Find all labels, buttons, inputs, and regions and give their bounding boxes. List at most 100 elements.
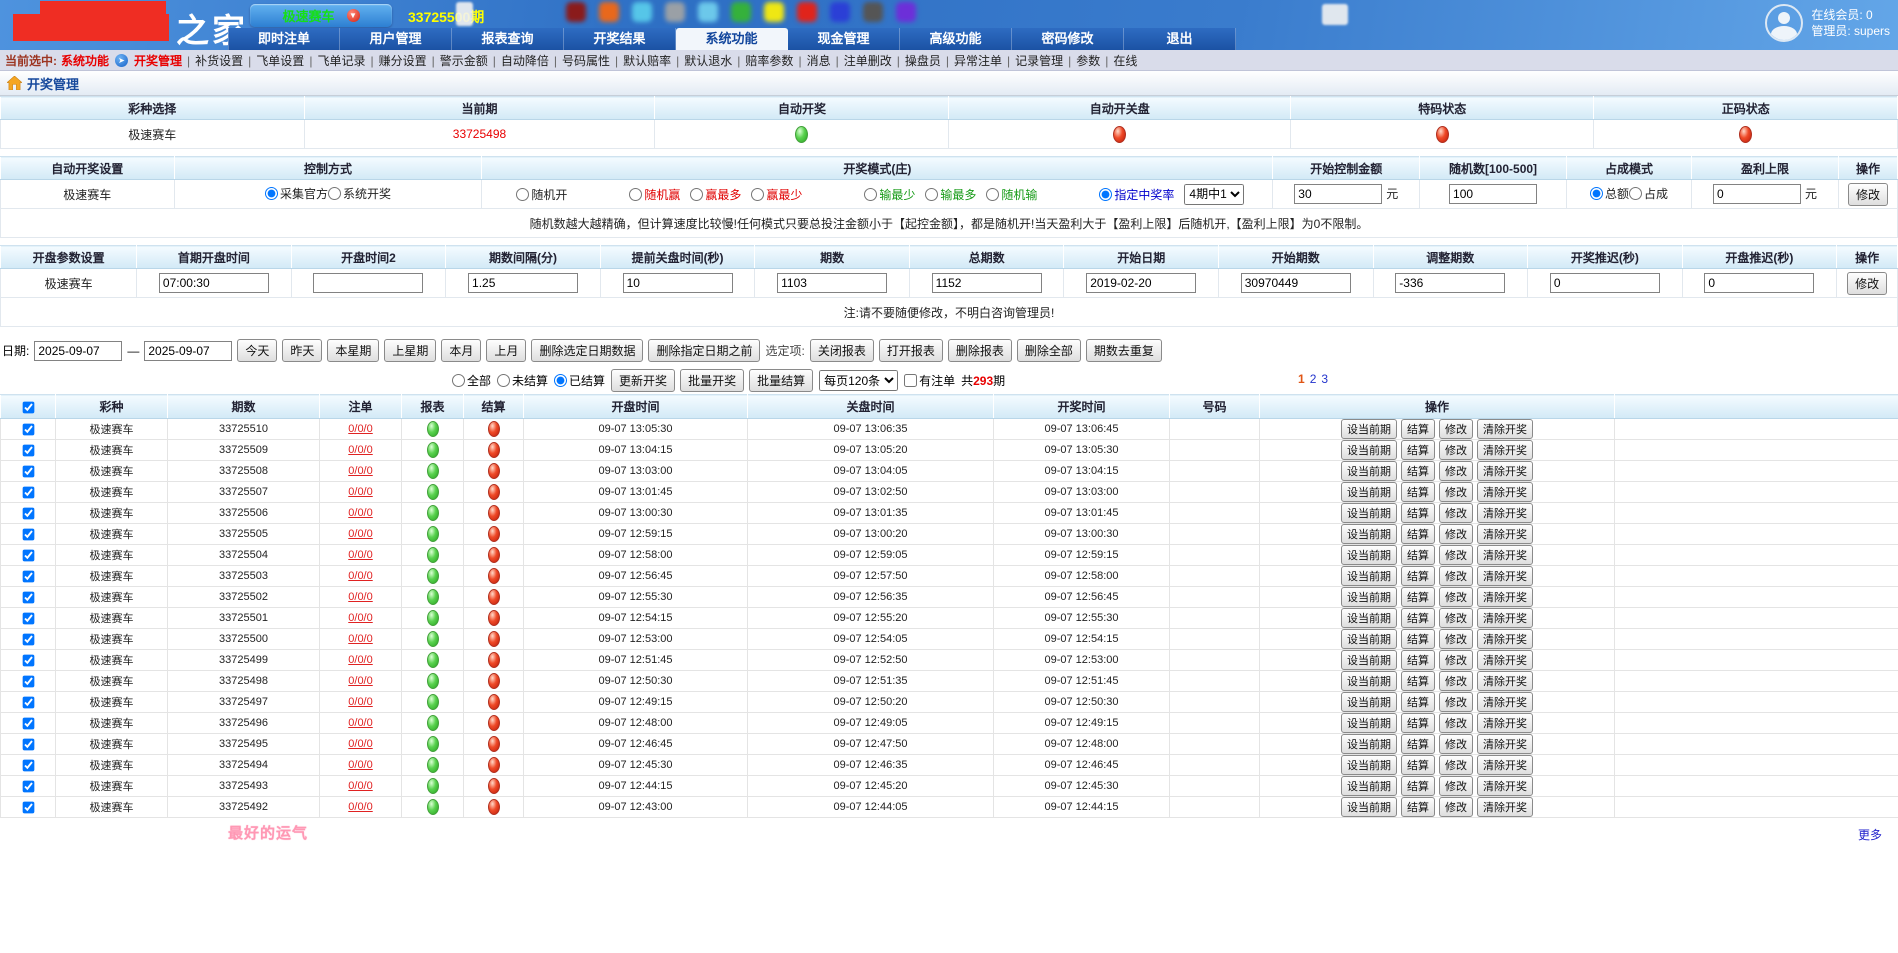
params-input-11[interactable] — [1704, 273, 1814, 293]
draw-mode-radio[interactable] — [986, 188, 999, 201]
draw-mode-radio[interactable] — [864, 188, 877, 201]
auto-draw-status-light[interactable] — [795, 126, 808, 143]
settle-state-option[interactable]: 全部 — [452, 372, 491, 389]
report-status-light[interactable] — [427, 589, 439, 605]
report-button-2[interactable]: 打开报表 — [879, 339, 943, 362]
settle-button[interactable]: 结算 — [1401, 671, 1435, 691]
clear-draw-button[interactable]: 清除开奖 — [1477, 545, 1533, 565]
set-current-period-button[interactable]: 设当前期 — [1341, 776, 1397, 796]
win-rate-select[interactable]: 4期中1 — [1184, 184, 1244, 205]
report-status-light[interactable] — [427, 421, 439, 437]
report-status-light[interactable] — [427, 778, 439, 794]
nav-tab-9[interactable]: 退出 — [1124, 28, 1236, 50]
modify-button[interactable]: 修改 — [1439, 650, 1473, 670]
settle-status-light[interactable] — [488, 757, 500, 773]
clear-draw-button[interactable]: 清除开奖 — [1477, 797, 1533, 817]
nav-tab-6[interactable]: 现金管理 — [788, 28, 900, 50]
settle-button[interactable]: 结算 — [1401, 797, 1435, 817]
quick-date-button-1[interactable]: 今天 — [237, 339, 277, 362]
modify-button[interactable]: 修改 — [1439, 608, 1473, 628]
draw-mode-radio[interactable] — [1099, 188, 1112, 201]
modify-button[interactable]: 修改 — [1439, 797, 1473, 817]
settle-button[interactable]: 结算 — [1401, 587, 1435, 607]
settle-status-light[interactable] — [488, 631, 500, 647]
set-current-period-button[interactable]: 设当前期 — [1341, 608, 1397, 628]
report-status-light[interactable] — [427, 463, 439, 479]
params-input-2[interactable] — [313, 273, 423, 293]
bets-link[interactable]: 0/0/0 — [348, 507, 372, 519]
settle-status-light[interactable] — [488, 568, 500, 584]
start-control-amount-input[interactable] — [1294, 184, 1382, 204]
bets-link[interactable]: 0/0/0 — [348, 633, 372, 645]
report-button-1[interactable]: 关闭报表 — [810, 339, 874, 362]
settle-button[interactable]: 结算 — [1401, 440, 1435, 460]
submenu-item-9[interactable]: 默认赔率 — [623, 54, 671, 68]
row-checkbox[interactable] — [22, 717, 34, 729]
settle-button[interactable]: 结算 — [1401, 503, 1435, 523]
modify-button[interactable]: 修改 — [1439, 566, 1473, 586]
settle-button[interactable]: 结算 — [1401, 755, 1435, 775]
submenu-item-16[interactable]: 记录管理 — [1015, 54, 1063, 68]
set-current-period-button[interactable]: 设当前期 — [1341, 419, 1397, 439]
draw-mode-option[interactable]: 赢最多 — [690, 186, 741, 203]
settle-state-option[interactable]: 未结算 — [497, 372, 548, 389]
settle-status-light[interactable] — [488, 547, 500, 563]
settle-status-light[interactable] — [488, 736, 500, 752]
bets-link[interactable]: 0/0/0 — [348, 444, 372, 456]
page-link-2[interactable]: 2 — [1310, 372, 1317, 386]
quick-date-button-8[interactable]: 删除指定日期之前 — [648, 339, 760, 362]
nav-tab-4[interactable]: 开奖结果 — [564, 28, 676, 50]
params-input-5[interactable] — [777, 273, 887, 293]
report-status-light[interactable] — [427, 757, 439, 773]
draw-mode-option[interactable]: 随机开 — [516, 186, 567, 203]
set-current-period-button[interactable]: 设当前期 — [1341, 503, 1397, 523]
clear-draw-button[interactable]: 清除开奖 — [1477, 566, 1533, 586]
settle-button[interactable]: 结算 — [1401, 734, 1435, 754]
settle-state-option[interactable]: 已结算 — [554, 372, 605, 389]
clear-draw-button[interactable]: 清除开奖 — [1477, 776, 1533, 796]
settle-status-light[interactable] — [488, 484, 500, 500]
submenu-item-11[interactable]: 赔率参数 — [745, 54, 793, 68]
bets-link[interactable]: 0/0/0 — [348, 423, 372, 435]
modify-button[interactable]: 修改 — [1439, 671, 1473, 691]
submenu-item-1[interactable]: 开奖管理 — [134, 54, 182, 68]
row-checkbox[interactable] — [22, 633, 34, 645]
report-status-light[interactable] — [427, 484, 439, 500]
settle-button[interactable]: 结算 — [1401, 608, 1435, 628]
row-checkbox[interactable] — [22, 444, 34, 456]
bets-link[interactable]: 0/0/0 — [348, 591, 372, 603]
row-checkbox[interactable] — [22, 612, 34, 624]
quick-date-button-5[interactable]: 本月 — [441, 339, 481, 362]
report-status-light[interactable] — [427, 526, 439, 542]
draw-mode-radio[interactable] — [516, 188, 529, 201]
submenu-item-14[interactable]: 操盘员 — [905, 54, 941, 68]
draw-mode-option[interactable]: 输最多 — [925, 186, 976, 203]
row-checkbox[interactable] — [22, 738, 34, 750]
more-link[interactable]: 更多 — [1858, 826, 1882, 843]
modify-button[interactable]: 修改 — [1439, 482, 1473, 502]
set-current-period-button[interactable]: 设当前期 — [1341, 650, 1397, 670]
report-status-light[interactable] — [427, 799, 439, 815]
settle-state-radio[interactable] — [497, 374, 510, 387]
quick-date-button-7[interactable]: 删除选定日期数据 — [531, 339, 643, 362]
settle-status-light[interactable] — [488, 526, 500, 542]
draw-mode-option[interactable]: 随机赢 — [629, 186, 680, 203]
bets-link[interactable]: 0/0/0 — [348, 717, 372, 729]
params-input-8[interactable] — [1241, 273, 1351, 293]
settle-status-light[interactable] — [488, 778, 500, 794]
set-current-period-button[interactable]: 设当前期 — [1341, 797, 1397, 817]
select-all-checkbox[interactable] — [22, 401, 34, 413]
params-input-6[interactable] — [932, 273, 1042, 293]
set-current-period-button[interactable]: 设当前期 — [1341, 692, 1397, 712]
report-status-light[interactable] — [427, 694, 439, 710]
report-button-4[interactable]: 删除全部 — [1017, 339, 1081, 362]
report-status-light[interactable] — [427, 673, 439, 689]
submenu-item-8[interactable]: 号码属性 — [562, 54, 610, 68]
bets-link[interactable]: 0/0/0 — [348, 654, 372, 666]
draw-mode-radio[interactable] — [629, 188, 642, 201]
page-size-select[interactable]: 每页120条 — [819, 370, 898, 391]
settle-button[interactable]: 结算 — [1401, 692, 1435, 712]
settle-status-light[interactable] — [488, 652, 500, 668]
bets-link[interactable]: 0/0/0 — [348, 528, 372, 540]
row-checkbox[interactable] — [22, 654, 34, 666]
